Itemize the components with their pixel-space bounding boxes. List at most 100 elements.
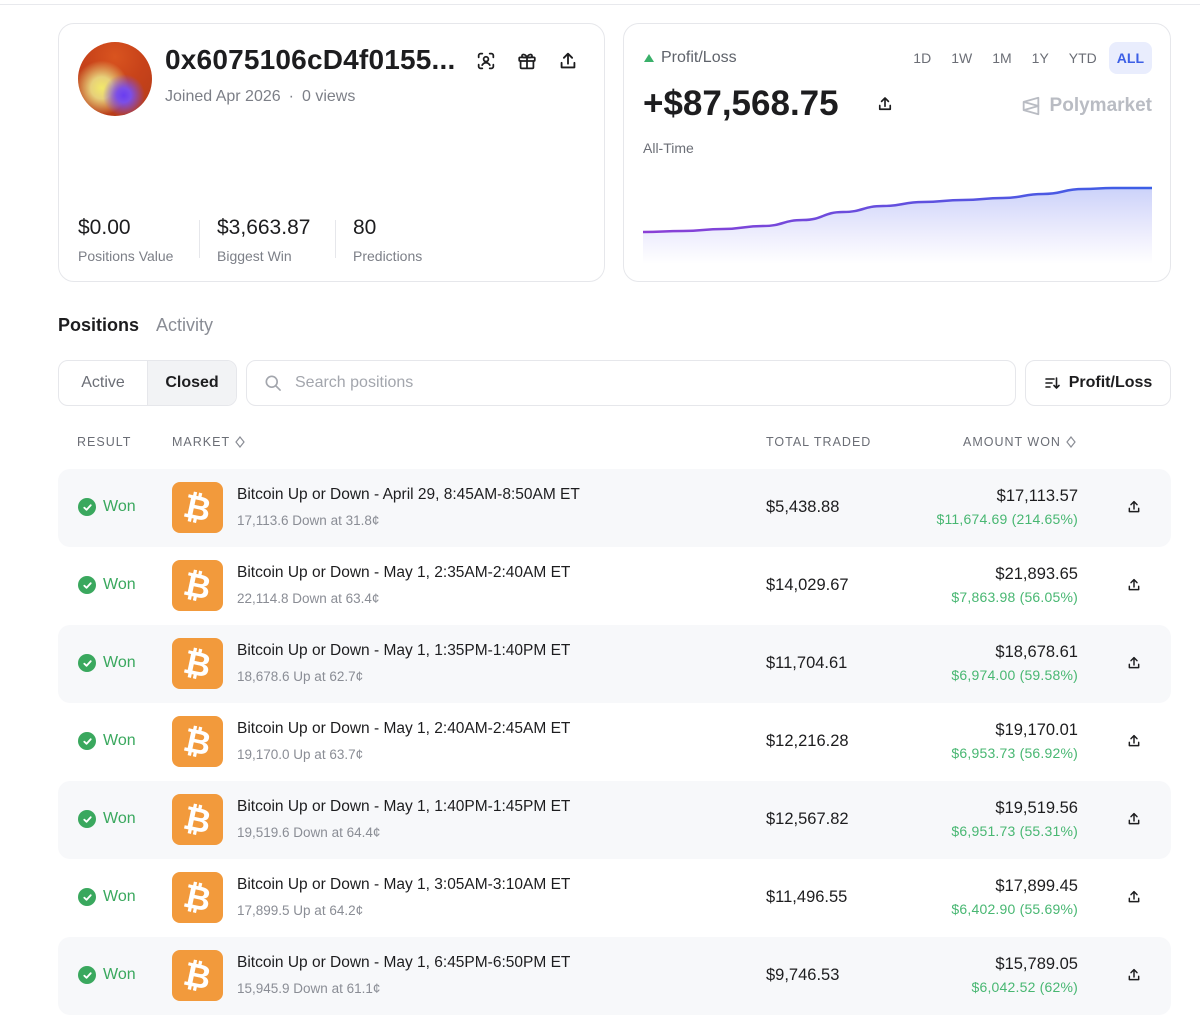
table-row[interactable]: Won ₿ Bitcoin Up or Down - May 1, 3:05AM-3…: [58, 859, 1171, 937]
tab-activity[interactable]: Activity: [156, 315, 213, 336]
share-icon[interactable]: [1126, 889, 1142, 905]
check-circle-icon: [78, 810, 96, 828]
share-icon[interactable]: [1126, 577, 1142, 593]
stat-predictions: 80 Predictions: [353, 216, 422, 264]
profit-amount: $11,674.69 (214.65%): [936, 511, 1078, 527]
amount-won: $17,113.57: [996, 487, 1078, 505]
range-1y[interactable]: 1Y: [1024, 42, 1057, 74]
amount-won: $17,899.45: [995, 877, 1078, 895]
header-market-label: MARKET: [172, 435, 231, 449]
gift-icon[interactable]: [516, 50, 538, 72]
range-ytd[interactable]: YTD: [1061, 42, 1105, 74]
market-title[interactable]: Bitcoin Up or Down - May 1, 3:05AM-3:10A…: [237, 876, 570, 894]
stat-divider: [199, 220, 200, 258]
share-icon[interactable]: [1126, 655, 1142, 671]
result-label: Won: [103, 732, 136, 749]
check-circle-icon: [78, 888, 96, 906]
pnl-title-text: Profit/Loss: [661, 49, 737, 66]
market-title[interactable]: Bitcoin Up or Down - May 1, 1:35PM-1:40P…: [237, 642, 570, 660]
avatar: [78, 42, 152, 116]
share-icon[interactable]: [557, 50, 579, 72]
market-position: 18,678.6 Up at 62.7¢: [237, 669, 364, 684]
brand-name: Polymarket: [1049, 95, 1152, 116]
amount-won: $15,789.05: [995, 955, 1078, 973]
table-row[interactable]: Won ₿ Bitcoin Up or Down - April 29, 8:45A…: [58, 469, 1171, 547]
header-total-traded: TOTAL TRADED: [766, 435, 871, 449]
total-traded: $14,029.67: [766, 576, 849, 594]
amount-won: $19,170.01: [995, 721, 1078, 739]
market-position: 22,114.8 Down at 63.4¢: [237, 591, 380, 606]
range-1m[interactable]: 1M: [984, 42, 1019, 74]
table-row[interactable]: Won ₿ Bitcoin Up or Down - May 1, 2:40AM-2…: [58, 703, 1171, 781]
check-circle-icon: [78, 576, 96, 594]
header-amount-won[interactable]: AMOUNT WON: [963, 435, 1076, 449]
sort-button[interactable]: Profit/Loss: [1025, 360, 1171, 406]
share-icon[interactable]: [1126, 811, 1142, 827]
result-badge: Won: [78, 654, 136, 672]
sort-icon: [1044, 377, 1060, 390]
table-row[interactable]: Won ₿ Bitcoin Up or Down - May 1, 2:35AM-2…: [58, 547, 1171, 625]
share-icon[interactable]: [1126, 967, 1142, 983]
header-total-traded-label: TOTAL TRADED: [766, 435, 872, 449]
share-icon[interactable]: [1126, 499, 1142, 515]
amount-won: $21,893.65: [995, 565, 1078, 583]
header-market[interactable]: MARKET: [172, 435, 245, 449]
result-badge: Won: [78, 576, 136, 594]
profit-amount: $6,974.00 (59.58%): [951, 667, 1078, 683]
table-row[interactable]: Won ₿ Bitcoin Up or Down - May 1, 1:40PM-1…: [58, 781, 1171, 859]
range-1w[interactable]: 1W: [943, 42, 980, 74]
search-input[interactable]: [295, 374, 995, 392]
table-row[interactable]: Won ₿ Bitcoin Up or Down - May 1, 1:35PM-1…: [58, 625, 1171, 703]
check-circle-icon: [78, 732, 96, 750]
pnl-period: All-Time: [643, 140, 694, 156]
market-title[interactable]: Bitcoin Up or Down - May 1, 2:40AM-2:45A…: [237, 720, 570, 738]
stat-positions-value: $0.00 Positions Value: [78, 216, 173, 264]
pnl-title: Profit/Loss: [644, 49, 737, 67]
stat-value: 80: [353, 216, 377, 239]
search-box: [246, 360, 1016, 406]
market-title[interactable]: Bitcoin Up or Down - May 1, 6:45PM-6:50P…: [237, 954, 570, 972]
total-traded: $12,216.28: [766, 732, 849, 750]
stat-label: Biggest Win: [217, 248, 292, 264]
scan-icon[interactable]: [475, 50, 497, 72]
total-traded: $12,567.82: [766, 810, 849, 828]
range-all[interactable]: ALL: [1108, 42, 1152, 74]
range-1d[interactable]: 1D: [905, 42, 939, 74]
pnl-card: Profit/Loss 1D 1W 1M 1Y YTD ALL +$87,568…: [623, 23, 1171, 282]
polymarket-logo: Polymarket: [1020, 95, 1152, 117]
filter-active[interactable]: Active: [59, 361, 147, 405]
market-title[interactable]: Bitcoin Up or Down - April 29, 8:45AM-8:…: [237, 486, 580, 504]
share-icon[interactable]: [1126, 733, 1142, 749]
stat-value: $0.00: [78, 216, 131, 239]
tab-positions[interactable]: Positions: [58, 315, 139, 336]
profile-card: 0x6075106cD4f0155... Joined Apr 2026 · 0 v…: [58, 23, 605, 282]
total-traded: $9,746.53: [766, 966, 840, 984]
bitcoin-icon: ₿: [172, 560, 223, 611]
check-circle-icon: [78, 498, 96, 516]
total-traded: $5,438.88: [766, 498, 840, 516]
wallet-address[interactable]: 0x6075106cD4f0155...: [165, 44, 455, 76]
filter-closed[interactable]: Closed: [147, 361, 236, 405]
stat-label: Positions Value: [78, 248, 174, 264]
pnl-chart: [643, 186, 1152, 264]
status-toggle: Active Closed: [58, 360, 237, 406]
profit-amount: $6,402.90 (55.69%): [951, 901, 1078, 917]
amount-won: $19,519.56: [995, 799, 1078, 817]
sort-diamond-icon: [1066, 436, 1076, 448]
result-label: Won: [103, 810, 136, 827]
share-icon[interactable]: [876, 95, 894, 113]
market-title[interactable]: Bitcoin Up or Down - May 1, 2:35AM-2:40A…: [237, 564, 570, 582]
amount-won: $18,678.61: [995, 643, 1078, 661]
bitcoin-icon: ₿: [172, 716, 223, 767]
sort-diamond-icon: [235, 436, 245, 448]
market-title[interactable]: Bitcoin Up or Down - May 1, 1:40PM-1:45P…: [237, 798, 570, 816]
profit-amount: $6,042.52 (62%): [971, 979, 1078, 995]
joined-date: Joined Apr 2026: [165, 88, 281, 105]
top-divider: [0, 4, 1200, 5]
polymarket-logo-icon: [1022, 96, 1039, 116]
up-triangle-icon: [644, 54, 654, 62]
result-badge: Won: [78, 966, 136, 984]
header-amount-won-label: AMOUNT WON: [963, 435, 1061, 449]
table-row[interactable]: Won ₿ Bitcoin Up or Down - May 1, 6:45PM-6…: [58, 937, 1171, 1015]
result-badge: Won: [78, 498, 136, 516]
